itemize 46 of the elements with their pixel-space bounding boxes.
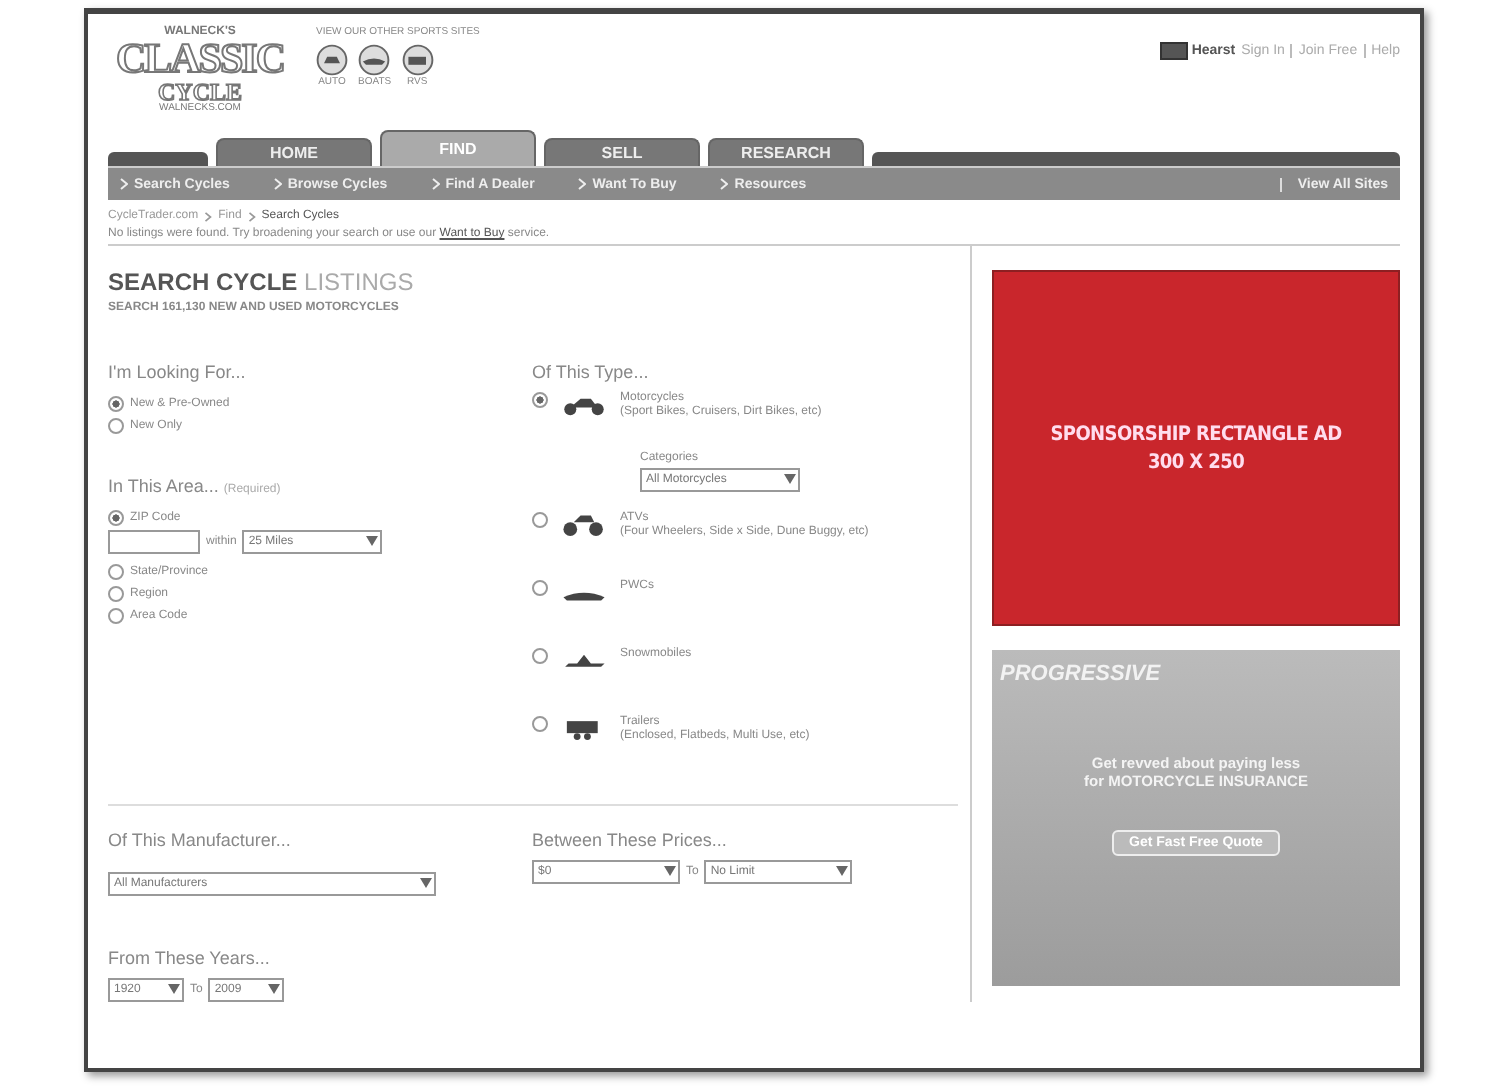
ad-brand: PROGRESSIVE <box>1000 662 1161 686</box>
chevron-icon <box>431 178 440 190</box>
radio-button[interactable] <box>532 648 548 664</box>
radio-button[interactable] <box>108 395 124 411</box>
ad-size-text: 300 X 250 <box>1147 451 1245 473</box>
atv-icon <box>560 512 608 536</box>
radio-button[interactable] <box>532 716 548 732</box>
zip-code-field[interactable] <box>108 530 200 554</box>
caret-icon <box>836 866 849 876</box>
chevron-icon <box>247 211 256 221</box>
radio-button[interactable] <box>108 417 124 433</box>
chevron-icon <box>204 211 213 221</box>
sponsorship-ad[interactable]: SPONSORSHIP RECTANGLE AD 300 X 250 <box>992 270 1400 626</box>
section-heading: Of This Type... <box>532 362 651 382</box>
chevron-icon <box>720 178 729 190</box>
radio-button[interactable] <box>532 512 548 528</box>
badge-icon <box>1159 42 1188 60</box>
nav-tab[interactable]: RESEARCH <box>708 138 864 166</box>
section-heading: From These Years... <box>108 948 272 968</box>
page-title: SEARCH CYCLE LISTINGS <box>108 268 416 296</box>
chevron-icon <box>273 178 282 190</box>
caret-icon <box>784 474 796 484</box>
section-heading: Between These Prices... <box>532 830 729 850</box>
section-heading: I'm Looking For... <box>108 362 248 382</box>
caret-icon <box>268 984 281 994</box>
tab-bar <box>108 152 208 166</box>
nav-tab[interactable]: SELL <box>544 138 700 166</box>
chevron-icon <box>120 178 128 190</box>
radio-button[interactable] <box>108 509 124 525</box>
radio-button[interactable] <box>108 563 124 579</box>
caret-icon <box>664 866 676 876</box>
rv-icon <box>401 44 434 76</box>
chevron-icon <box>578 178 587 190</box>
radio-button[interactable] <box>532 580 548 596</box>
caret-icon <box>420 878 432 888</box>
radio-button[interactable] <box>532 392 548 408</box>
caret-icon <box>366 536 379 546</box>
nav-tab[interactable]: FIND <box>380 130 536 166</box>
caret-icon <box>168 984 180 994</box>
radio-button[interactable] <box>108 585 124 601</box>
nav-tab[interactable]: HOME <box>216 138 372 166</box>
boat-icon <box>358 44 391 76</box>
radio-button[interactable] <box>108 607 124 623</box>
section-heading: Of This Manufacturer... <box>108 830 293 850</box>
ad-text: SPONSORSHIP RECTANGLE AD <box>1050 423 1342 445</box>
section-heading: In This Area... <box>108 476 219 496</box>
